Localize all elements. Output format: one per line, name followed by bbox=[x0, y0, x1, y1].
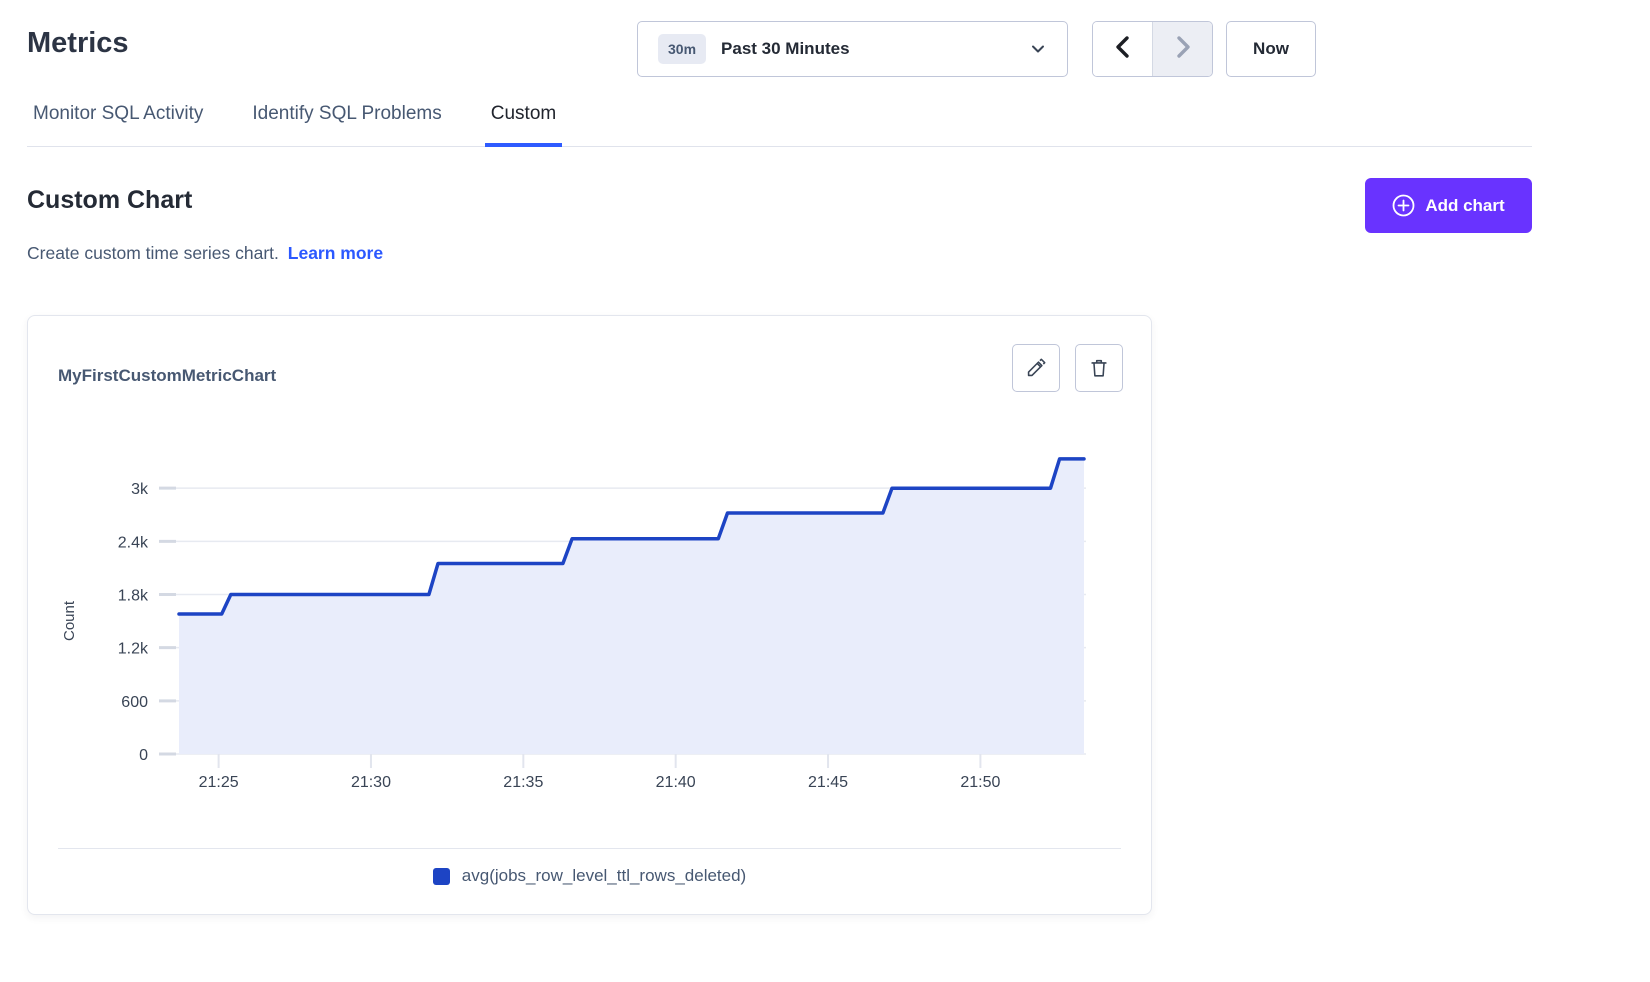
legend-divider bbox=[58, 848, 1121, 849]
svg-text:21:35: 21:35 bbox=[503, 774, 543, 791]
svg-text:1.2k: 1.2k bbox=[118, 641, 149, 658]
svg-text:21:50: 21:50 bbox=[960, 774, 1000, 791]
chart-actions bbox=[1012, 344, 1123, 392]
legend-label: avg(jobs_row_level_ttl_rows_deleted) bbox=[462, 866, 746, 886]
svg-text:600: 600 bbox=[121, 694, 148, 711]
metrics-tabs: Monitor SQL Activity Identify SQL Proble… bbox=[27, 103, 1532, 147]
add-chart-label: Add chart bbox=[1425, 196, 1504, 216]
legend-item[interactable]: avg(jobs_row_level_ttl_rows_deleted) bbox=[28, 866, 1151, 886]
plus-circle-icon bbox=[1392, 194, 1415, 217]
time-range-select[interactable]: 30m Past 30 Minutes bbox=[637, 21, 1068, 77]
svg-text:2.4k: 2.4k bbox=[118, 534, 149, 551]
time-window-badge: 30m bbox=[658, 34, 706, 64]
trash-icon bbox=[1088, 357, 1110, 379]
svg-text:21:40: 21:40 bbox=[656, 774, 696, 791]
chart-title: MyFirstCustomMetricChart bbox=[58, 366, 276, 386]
svg-text:0: 0 bbox=[139, 747, 148, 764]
previous-interval-button[interactable] bbox=[1093, 22, 1152, 76]
svg-text:21:30: 21:30 bbox=[351, 774, 391, 791]
svg-text:21:25: 21:25 bbox=[199, 774, 239, 791]
next-interval-button[interactable] bbox=[1152, 22, 1212, 76]
now-button[interactable]: Now bbox=[1226, 21, 1316, 77]
tab-identify-sql-problems[interactable]: Identify SQL Problems bbox=[246, 103, 447, 147]
add-chart-button[interactable]: Add chart bbox=[1365, 178, 1532, 233]
chevron-right-icon bbox=[1171, 33, 1195, 66]
metrics-page: Metrics 30m Past 30 Minutes Now Monitor … bbox=[0, 0, 1650, 982]
pencil-icon bbox=[1025, 357, 1047, 379]
time-range-label: Past 30 Minutes bbox=[721, 39, 850, 59]
section-title: Custom Chart bbox=[27, 186, 192, 215]
custom-chart-card: MyFirstCustomMetricChart 0 600 1.2k 1.8k 2.4… bbox=[27, 315, 1152, 915]
tab-monitor-sql-activity[interactable]: Monitor SQL Activity bbox=[27, 103, 209, 147]
legend-swatch bbox=[433, 868, 450, 885]
delete-chart-button[interactable] bbox=[1075, 344, 1123, 392]
subtitle-text: Create custom time series chart. bbox=[27, 243, 279, 263]
page-title: Metrics bbox=[27, 27, 129, 60]
svg-text:Count: Count bbox=[61, 600, 78, 641]
svg-text:21:45: 21:45 bbox=[808, 774, 848, 791]
section-subtitle: Create custom time series chart. Learn m… bbox=[27, 243, 383, 264]
learn-more-link[interactable]: Learn more bbox=[288, 243, 383, 263]
chevron-left-icon bbox=[1111, 33, 1135, 66]
svg-text:3k: 3k bbox=[131, 481, 149, 498]
time-step-buttons bbox=[1092, 21, 1213, 77]
edit-chart-button[interactable] bbox=[1012, 344, 1060, 392]
chevron-down-icon bbox=[1029, 40, 1047, 58]
chart-canvas[interactable]: 0 600 1.2k 1.8k 2.4k 3k 21:25 21:30 21:35 21:40 21… bbox=[58, 416, 1123, 806]
tab-custom[interactable]: Custom bbox=[485, 103, 562, 147]
svg-text:1.8k: 1.8k bbox=[118, 588, 149, 605]
